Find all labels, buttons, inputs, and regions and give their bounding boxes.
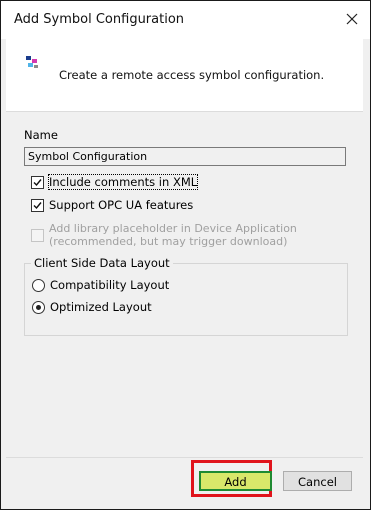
support-opc-ua-checkbox[interactable] [31,199,44,212]
add-button[interactable]: Add [199,471,272,491]
optimized-layout-option[interactable]: Optimized Layout [32,300,152,314]
include-comments-option[interactable]: Include comments in XML [31,174,199,190]
symbol-config-icon [25,55,45,75]
include-comments-label[interactable]: Include comments in XML [47,174,199,190]
support-opc-ua-option[interactable]: Support OPC UA features [31,198,193,212]
library-placeholder-label: Add library placeholder in Device Applic… [49,222,297,248]
cancel-button[interactable]: Cancel [283,471,352,491]
group-legend: Client Side Data Layout [31,256,173,270]
library-placeholder-option: Add library placeholder in Device Applic… [31,222,329,248]
compatibility-layout-option[interactable]: Compatibility Layout [32,278,169,292]
optimized-layout-label[interactable]: Optimized Layout [50,300,152,314]
close-icon[interactable] [344,11,360,27]
dialog-title: Add Symbol Configuration [14,12,185,27]
dialog-window: Add Symbol Configuration Create a remote… [0,0,371,510]
client-side-data-layout-group: Client Side Data Layout Compatibility La… [24,256,348,336]
title-bar: Add Symbol Configuration [1,1,370,39]
optimized-layout-radio[interactable] [32,300,45,314]
support-opc-ua-label[interactable]: Support OPC UA features [49,198,193,212]
include-comments-checkbox[interactable] [31,176,44,189]
compatibility-layout-radio[interactable] [32,278,45,292]
library-placeholder-checkbox [31,229,44,242]
name-label: Name [24,128,58,142]
footer-separator [6,457,363,458]
header-description: Create a remote access symbol configurat… [59,68,325,82]
compatibility-layout-label[interactable]: Compatibility Layout [50,278,169,292]
name-input[interactable] [24,147,346,166]
dialog-header: Create a remote access symbol configurat… [6,39,363,112]
